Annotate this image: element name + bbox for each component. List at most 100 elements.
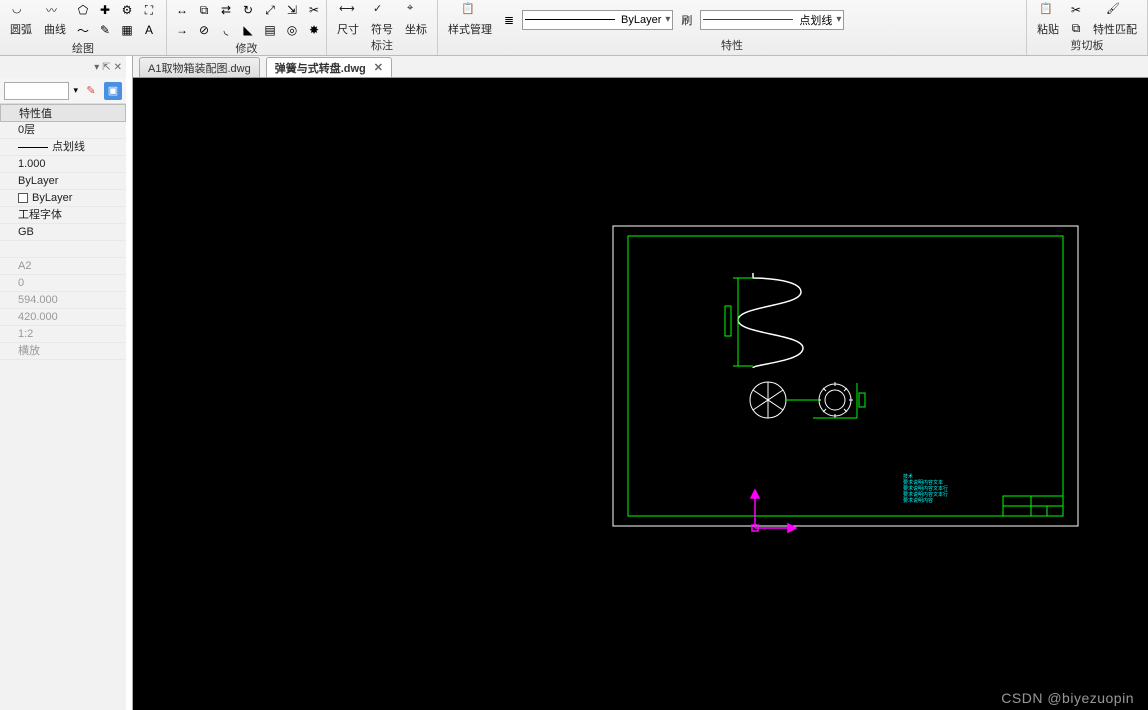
column-header: 特性值 xyxy=(0,104,126,122)
crosshair-icon[interactable]: ✚ xyxy=(96,2,114,18)
linestyle-dropdown[interactable]: 点划线 ▾ xyxy=(700,10,844,30)
refresh-button[interactable]: 刷 xyxy=(677,12,696,28)
property-value: 0 xyxy=(18,277,24,289)
property-value: 1:2 xyxy=(18,328,33,340)
property-row[interactable]: 点划线 xyxy=(0,139,126,156)
filter-icon[interactable]: ✎ xyxy=(82,82,100,100)
property-value: 594.000 xyxy=(18,294,58,306)
chevron-down-icon: ▾ xyxy=(665,14,670,25)
property-value: GB xyxy=(18,226,34,238)
copy-icon[interactable]: ⧉ xyxy=(195,2,213,18)
fillet-icon[interactable]: ◟ xyxy=(217,22,235,38)
panel-header: ▾ ⇱ ✕ xyxy=(0,56,126,78)
tab-close-icon[interactable]: ✕ xyxy=(374,61,383,74)
copy-clip-icon[interactable]: ⧉ xyxy=(1067,20,1085,36)
properties-panel: ▾ ⇱ ✕ ▾ ✎ ▣ 特性值 0层点划线1.000ByLayerByLayer… xyxy=(0,56,132,710)
spray-icon[interactable]: ⛶ xyxy=(140,2,158,18)
linetype-dropdown[interactable]: ByLayer ▾ xyxy=(522,10,673,30)
chevron-down-icon: ▾ xyxy=(836,14,841,25)
property-value: 0层 xyxy=(18,124,35,136)
poly-icon[interactable]: ⬠ xyxy=(74,2,92,18)
document-tab[interactable]: A1取物箱装配图.dwg xyxy=(139,57,260,77)
ribbon: ◡ 圆弧 〰 曲线 ⬠ ✚ ⚙ ⛶ 〜 ✎ ▦ A 绘图 ↔ ⧉ xyxy=(0,0,1148,56)
paste-button[interactable]: 📋 粘贴 xyxy=(1033,2,1063,37)
property-row[interactable]: 工程字体 xyxy=(0,207,126,224)
svg-text:要求说明内容文本行: 要求说明内容文本行 xyxy=(903,491,948,498)
property-row[interactable]: 1.000 xyxy=(0,156,126,173)
explode-icon[interactable]: ✸ xyxy=(305,22,323,38)
props-match-button[interactable]: 🖌 特性匹配 xyxy=(1089,2,1141,37)
tab-label: 弹簧与式转盘.dwg xyxy=(275,60,366,76)
curve-button[interactable]: 〰 曲线 xyxy=(40,2,70,37)
text-icon[interactable]: A xyxy=(140,22,158,38)
style-manager-icon: 📋 xyxy=(461,2,479,20)
break-icon[interactable]: ⊘ xyxy=(195,22,213,38)
svg-text:要求说明内容文本: 要求说明内容文本 xyxy=(903,479,943,486)
paste-icon: 📋 xyxy=(1039,2,1057,20)
line-sample-red xyxy=(703,19,793,20)
cut-icon[interactable]: ✂ xyxy=(1067,2,1085,18)
property-row[interactable]: 420.000 xyxy=(0,309,126,326)
ribbon-group-clipboard: 📋 粘贴 ✂ ⧉ 🖌 特性匹配 剪切板 xyxy=(1027,0,1148,55)
panel-close-icon[interactable]: ✕ xyxy=(114,62,122,73)
ribbon-group-properties: 📋 样式管理 ≣ ByLayer ▾ 刷 点划线 ▾ 特性 xyxy=(438,0,1027,55)
property-row[interactable]: 594.000 xyxy=(0,292,126,309)
property-row[interactable]: ByLayer xyxy=(0,190,126,207)
panel-toolbar: ▾ ✎ ▣ xyxy=(0,78,126,104)
paste-label: 粘贴 xyxy=(1037,21,1059,37)
dimension-button[interactable]: ⟷ 尺寸 xyxy=(333,2,363,37)
mirror-icon[interactable]: ⇄ xyxy=(217,2,235,18)
curve-icon: 〰 xyxy=(46,2,64,20)
pen-icon[interactable]: ✎ xyxy=(96,22,114,38)
curve-label: 曲线 xyxy=(44,21,66,37)
group-title-annotation: 标注 xyxy=(333,37,431,55)
panel-pin-icon[interactable]: ⇱ xyxy=(102,62,110,73)
panel-menu-icon[interactable]: ▾ xyxy=(94,62,99,73)
arc-button[interactable]: ◡ 圆弧 xyxy=(6,2,36,37)
ribbon-group-annotation: ⟷ 尺寸 ✓ 符号 ⌖ 坐标 标注 xyxy=(327,0,438,55)
rotate-icon[interactable]: ↻ xyxy=(239,2,257,18)
main-area: A1取物箱装配图.dwg 弹簧与式转盘.dwg ✕ xyxy=(132,56,1148,710)
property-row[interactable] xyxy=(0,241,126,258)
svg-text:要求说明内容文本行: 要求说明内容文本行 xyxy=(903,485,948,492)
coord-icon: ⌖ xyxy=(407,2,425,20)
gear-icon[interactable]: ⚙ xyxy=(118,2,136,18)
wave-icon[interactable]: 〜 xyxy=(74,22,92,38)
svg-text:要求说明内容: 要求说明内容 xyxy=(903,497,933,504)
property-row[interactable]: 横放 xyxy=(0,343,126,360)
spring-shape xyxy=(738,273,803,368)
tab-label: A1取物箱装配图.dwg xyxy=(148,60,251,76)
property-row[interactable]: GB xyxy=(0,224,126,241)
props-match-icon: 🖌 xyxy=(1106,2,1124,20)
document-tab[interactable]: 弹簧与式转盘.dwg ✕ xyxy=(266,57,392,77)
property-row[interactable]: A2 xyxy=(0,258,126,275)
style-manager-button[interactable]: 📋 样式管理 xyxy=(444,2,496,37)
property-row[interactable]: 0 xyxy=(0,275,126,292)
property-list: 0层点划线1.000ByLayerByLayer工程字体GBA20594.000… xyxy=(0,122,126,710)
extend-icon[interactable]: → xyxy=(173,22,191,38)
coord-button[interactable]: ⌖ 坐标 xyxy=(401,2,431,37)
scale-icon[interactable]: ⤢ xyxy=(261,2,279,18)
watermark: CSDN @biyezuopin xyxy=(1001,690,1134,706)
symbol-button[interactable]: ✓ 符号 xyxy=(367,2,397,37)
selection-dropdown[interactable] xyxy=(4,82,69,100)
arc-icon: ◡ xyxy=(12,2,30,20)
move-icon[interactable]: ↔ xyxy=(173,2,191,18)
select-icon[interactable]: ▣ xyxy=(104,82,122,100)
array-icon[interactable]: ▤ xyxy=(261,22,279,38)
trim-icon[interactable]: ✂ xyxy=(305,2,323,18)
ribbon-group-draw: ◡ 圆弧 〰 曲线 ⬠ ✚ ⚙ ⛶ 〜 ✎ ▦ A 绘图 xyxy=(0,0,167,55)
property-row[interactable]: 0层 xyxy=(0,122,126,139)
chamfer-icon[interactable]: ◣ xyxy=(239,22,257,38)
property-row[interactable]: ByLayer xyxy=(0,173,126,190)
property-row[interactable]: 1:2 xyxy=(0,326,126,343)
layers-icon[interactable]: ≣ xyxy=(500,12,518,28)
drawing-canvas[interactable]: 技术 要求说明内容文本 要求说明内容文本行 要求说明内容文本行 要求说明内容 xyxy=(133,78,1148,710)
style-manager-label: 样式管理 xyxy=(448,21,492,37)
arc-label: 圆弧 xyxy=(10,21,32,37)
block-icon[interactable]: ▦ xyxy=(118,22,136,38)
line-sample-black xyxy=(525,19,615,20)
stretch-icon[interactable]: ⇲ xyxy=(283,2,301,18)
offset-icon[interactable]: ◎ xyxy=(283,22,301,38)
symbol-label: 符号 xyxy=(371,21,393,37)
